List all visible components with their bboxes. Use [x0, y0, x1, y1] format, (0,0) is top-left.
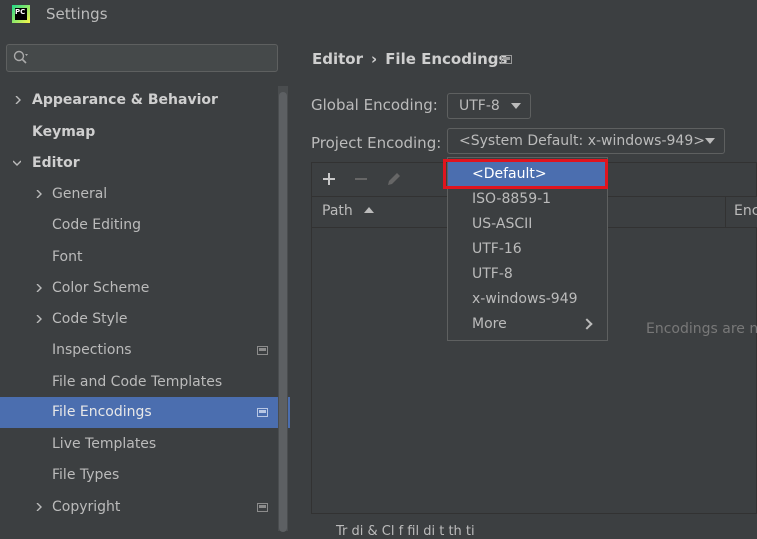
- red-highlight-box: [443, 159, 608, 189]
- dropdown-arrow-icon: [705, 138, 715, 144]
- edit-icon[interactable]: [384, 169, 404, 189]
- sidebar-item-label: Code Style: [52, 311, 128, 327]
- sidebar-item-color-scheme[interactable]: Color Scheme: [0, 273, 290, 304]
- project-level-icon: [257, 503, 268, 512]
- sidebar-item-label: Appearance & Behavior: [32, 92, 218, 108]
- sidebar-item-label: Code Editing: [52, 217, 142, 233]
- sidebar-item-editor[interactable]: Editor: [0, 148, 290, 179]
- breadcrumb-parent[interactable]: Editor: [312, 50, 363, 68]
- scrollbar-thumb[interactable]: [279, 92, 287, 532]
- table-empty-text: Encodings are n: [646, 321, 757, 337]
- sidebar-item-file-encodings[interactable]: File Encodings: [0, 397, 290, 428]
- sidebar-item-label: Inspections: [52, 342, 132, 358]
- project-encoding-label: Project Encoding:: [311, 134, 442, 152]
- chevron-right-icon[interactable]: [35, 190, 43, 198]
- project-level-icon: [257, 408, 268, 417]
- dropdown-option-label: More: [472, 316, 507, 332]
- chevron-right-icon[interactable]: [35, 503, 43, 511]
- column-header-path[interactable]: Path: [322, 203, 353, 219]
- search-box[interactable]: [6, 44, 278, 72]
- sidebar-item-label: Copyright: [52, 499, 121, 515]
- sidebar-item-keymap[interactable]: Keymap: [0, 117, 290, 148]
- footer-hint-text: Tr di & Cl f fil di t th ti: [336, 524, 475, 539]
- pycharm-app-icon: PC: [12, 5, 30, 23]
- project-encoding-value: <System Default: x-windows-949>: [459, 133, 705, 149]
- dropdown-option-more[interactable]: More: [448, 312, 607, 337]
- chevron-right-icon: [581, 318, 593, 330]
- dropdown-option-utf-16[interactable]: UTF-16: [448, 237, 607, 262]
- window-title: Settings: [46, 5, 108, 23]
- dropdown-option-x-windows-949[interactable]: x-windows-949: [448, 287, 607, 312]
- sidebar-item-label: Keymap: [32, 124, 96, 140]
- sidebar-item-label: File Encodings: [52, 404, 152, 420]
- global-encoding-select[interactable]: UTF-8: [447, 93, 531, 119]
- sidebar-item-label: Live Templates: [52, 436, 157, 452]
- dropdown-option-label: x-windows-949: [472, 291, 578, 307]
- column-divider[interactable]: [725, 197, 726, 227]
- dropdown-option-iso-8859-1[interactable]: ISO-8859-1: [448, 187, 607, 212]
- sidebar-item-label: Editor: [32, 155, 80, 171]
- sidebar-item-label: File and Code Templates: [52, 374, 223, 390]
- dropdown-arrow-icon: [511, 103, 521, 109]
- sidebar-scrollbar[interactable]: [278, 86, 288, 532]
- chevron-right-icon[interactable]: [14, 96, 22, 104]
- project-level-icon: [501, 55, 512, 64]
- sidebar-item-file-code-templates[interactable]: File and Code Templates: [0, 367, 290, 398]
- sidebar-item-label: Color Scheme: [52, 280, 150, 296]
- remove-icon[interactable]: [351, 169, 371, 189]
- dropdown-option-label: ISO-8859-1: [472, 191, 552, 207]
- search-input[interactable]: [37, 48, 276, 70]
- column-header-encoding[interactable]: Enc: [734, 203, 757, 219]
- sidebar-item-label: Font: [52, 249, 83, 265]
- breadcrumb-current: File Encodings: [385, 50, 508, 68]
- settings-sidebar: Appearance & Behavior Keymap Editor Gene…: [0, 30, 290, 532]
- dropdown-option-us-ascii[interactable]: US-ASCII: [448, 212, 607, 237]
- chevron-right-icon[interactable]: [35, 284, 43, 292]
- global-encoding-label: Global Encoding:: [311, 96, 438, 114]
- dropdown-option-label: US-ASCII: [472, 216, 533, 232]
- sidebar-item-inspections[interactable]: Inspections: [0, 335, 290, 366]
- sidebar-item-label: File Types: [52, 467, 120, 483]
- dropdown-option-utf-8[interactable]: UTF-8: [448, 262, 607, 287]
- sidebar-item-copyright[interactable]: Copyright: [0, 492, 290, 523]
- add-icon[interactable]: [319, 169, 339, 189]
- sidebar-item-live-templates[interactable]: Live Templates: [0, 429, 290, 460]
- chevron-right-icon[interactable]: [35, 315, 43, 323]
- breadcrumb: Editor › File Encodings: [312, 50, 507, 68]
- sidebar-item-appearance-behavior[interactable]: Appearance & Behavior: [0, 85, 290, 116]
- app-icon-text: PC: [15, 8, 26, 16]
- sidebar-item-code-style[interactable]: Code Style: [0, 304, 290, 335]
- sort-ascending-icon[interactable]: [364, 207, 374, 213]
- dropdown-option-label: UTF-16: [472, 241, 522, 257]
- chevron-down-icon[interactable]: [13, 159, 21, 167]
- sidebar-item-general[interactable]: General: [0, 179, 290, 210]
- sidebar-item-label: General: [52, 186, 108, 202]
- sidebar-item-code-editing[interactable]: Code Editing: [0, 210, 290, 241]
- project-level-icon: [257, 346, 268, 355]
- search-icon[interactable]: [13, 50, 29, 66]
- breadcrumb-separator: ›: [371, 50, 378, 68]
- global-encoding-value: UTF-8: [459, 98, 500, 114]
- project-encoding-select[interactable]: <System Default: x-windows-949>: [447, 128, 725, 154]
- dropdown-option-label: UTF-8: [472, 266, 513, 282]
- title-bar: PC Settings: [0, 0, 757, 30]
- sidebar-item-file-types[interactable]: File Types: [0, 460, 290, 491]
- sidebar-item-font[interactable]: Font: [0, 242, 290, 273]
